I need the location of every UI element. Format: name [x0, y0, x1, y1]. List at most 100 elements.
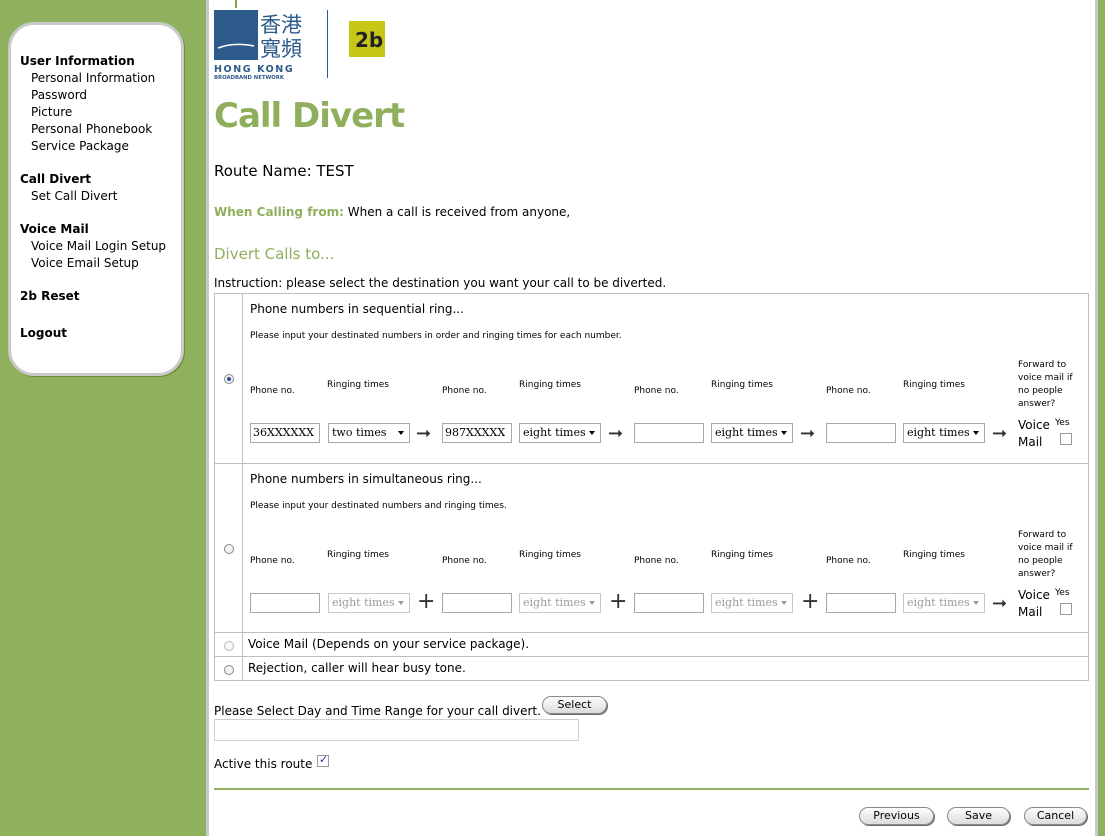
seq-phone-header-1: Phone no. [250, 386, 295, 396]
seq-ringing-value-4: eight times [907, 426, 970, 439]
main-panel: 香港 寬頻 HONG KONG BROADBAND NETWORK 2b Cal… [206, 0, 1098, 836]
sim-ringing-select-1[interactable]: eight times [328, 593, 410, 613]
active-route-label: Active this route [214, 757, 313, 771]
seq-ringing-select-3[interactable]: eight times [711, 423, 793, 443]
simultaneous-radio[interactable] [224, 544, 234, 554]
cancel-button[interactable]: Cancel [1024, 807, 1087, 825]
chevron-down-icon [781, 431, 787, 435]
2b-logo: 2b [349, 21, 385, 57]
time-range-label: Please Select Day and Time Range for you… [214, 704, 541, 718]
rejection-row: Rejection, caller will hear busy tone. [215, 656, 1088, 680]
sim-phone-input-2[interactable] [442, 593, 512, 613]
plus-icon: + [417, 589, 436, 614]
seq-ringing-select-2[interactable]: eight times [519, 423, 601, 443]
seq-ringing-select-1[interactable]: two times [328, 423, 410, 443]
chevron-down-icon [589, 431, 595, 435]
sim-yes-label: Yes [1055, 588, 1070, 598]
seq-ringing-select-4[interactable]: eight times [903, 423, 985, 443]
seq-ringing-header-1: Ringing times [327, 380, 389, 390]
sidebar-item-voice-email-setup[interactable]: Voice Email Setup [20, 255, 180, 272]
sim-phone-input-4[interactable] [826, 593, 896, 613]
2b-logo-text: 2b [355, 28, 384, 52]
arrow-right-icon: ➞ [608, 423, 624, 444]
simultaneous-ring-row: Phone numbers in simultaneous ring... Pl… [215, 463, 1088, 632]
chevron-down-icon [973, 601, 979, 605]
sidebar-group-user-information[interactable]: User Information [20, 53, 180, 70]
sim-phone-header-2: Phone no. [442, 556, 487, 566]
seq-ringing-header-4: Ringing times [903, 380, 965, 390]
route-name: Route Name: TEST [214, 162, 354, 180]
arrow-right-icon: ➞ [416, 423, 432, 444]
seq-phone-input-3[interactable] [634, 423, 704, 443]
sidebar-item-personal-information[interactable]: Personal Information [20, 70, 180, 87]
sidebar-group-call-divert[interactable]: Call Divert [20, 171, 180, 188]
divert-heading: Divert Calls to... [214, 245, 335, 263]
sidebar-item-voice-mail-login-setup[interactable]: Voice Mail Login Setup [20, 238, 180, 255]
sim-ringing-header-3: Ringing times [711, 550, 773, 560]
seq-phone-input-4[interactable] [826, 423, 896, 443]
sidebar-item-service-package[interactable]: Service Package [20, 138, 180, 155]
sim-ringing-select-4[interactable]: eight times [903, 593, 985, 613]
arrow-right-icon: ➞ [992, 423, 1008, 444]
voice-mail-radio[interactable] [224, 641, 234, 651]
instruction: Instruction: please select the destinati… [214, 276, 667, 290]
select-button[interactable]: Select [542, 696, 607, 714]
seq-voice-mail-label: Voice Mail [1018, 418, 1050, 449]
chevron-down-icon [589, 601, 595, 605]
save-button[interactable]: Save [947, 807, 1010, 825]
divert-options-table: Phone numbers in sequential ring... Plea… [214, 293, 1089, 681]
seq-ringing-value-3: eight times [715, 426, 778, 439]
plus-icon: + [609, 589, 628, 614]
sim-ringing-select-3[interactable]: eight times [711, 593, 793, 613]
sidebar: User Information Personal Information Pa… [8, 22, 184, 376]
sim-forward-checkbox[interactable] [1060, 603, 1072, 615]
sim-phone-input-3[interactable] [634, 593, 704, 613]
previous-button[interactable]: Previous [859, 807, 934, 825]
seq-ringing-value-1: two times [332, 426, 387, 439]
sidebar-item-picture[interactable]: Picture [20, 104, 180, 121]
hkbn-logo: 香港 寬頻 HONG KONG BROADBAND NETWORK [214, 10, 302, 81]
sidebar-item-2b-reset[interactable]: 2b Reset [20, 288, 180, 305]
seq-phone-input-2[interactable]: 987XXXXX [442, 423, 512, 443]
calling-from-value: When a call is received from anyone, [347, 205, 571, 219]
page-title: Call Divert [214, 96, 405, 136]
divider [214, 788, 1089, 790]
seq-phone-header-2: Phone no. [442, 386, 487, 396]
logo-line1: HONG KONG [214, 64, 294, 75]
sim-phone-input-1[interactable] [250, 593, 320, 613]
sim-ringing-value-4: eight times [907, 596, 970, 609]
sim-phone-header-3: Phone no. [634, 556, 679, 566]
seq-phone-input-1[interactable]: 36XXXXXX [250, 423, 320, 443]
sim-ringing-header-2: Ringing times [519, 550, 581, 560]
sim-voice-mail-label: Voice Mail [1018, 588, 1050, 619]
sequential-radio[interactable] [224, 374, 234, 384]
chevron-down-icon [398, 601, 404, 605]
logo-chinese: 香港 [260, 13, 302, 37]
sidebar-group-voice-mail[interactable]: Voice Mail [20, 221, 180, 238]
sim-forward-header: Forward to voice mail if no people answe… [1018, 530, 1073, 579]
seq-forward-checkbox[interactable] [1060, 433, 1072, 445]
voice-mail-row: Voice Mail (Depends on your service pack… [215, 632, 1088, 656]
sidebar-item-logout[interactable]: Logout [20, 325, 180, 342]
sim-ringing-value-2: eight times [523, 596, 586, 609]
seq-ringing-header-2: Ringing times [519, 380, 581, 390]
sequential-subtitle: Please input your destinated numbers in … [250, 331, 622, 341]
rejection-option-label: Rejection, caller will hear busy tone. [248, 661, 466, 675]
sim-ringing-header-1: Ringing times [327, 550, 389, 560]
sidebar-item-password[interactable]: Password [20, 87, 180, 104]
sim-phone-header-4: Phone no. [826, 556, 871, 566]
sequential-title: Phone numbers in sequential ring... [250, 302, 464, 316]
chevron-down-icon [398, 431, 404, 435]
rejection-radio[interactable] [224, 665, 234, 675]
arrow-right-icon: ➞ [800, 423, 816, 444]
logo-line2: BROADBAND NETWORK [214, 75, 285, 81]
chevron-down-icon [973, 431, 979, 435]
sim-ringing-value-1: eight times [332, 596, 395, 609]
sidebar-item-set-call-divert[interactable]: Set Call Divert [20, 188, 180, 205]
sidebar-item-personal-phonebook[interactable]: Personal Phonebook [20, 121, 180, 138]
active-route-checkbox[interactable] [317, 753, 329, 767]
seq-phone-header-3: Phone no. [634, 386, 679, 396]
sim-ringing-select-2[interactable]: eight times [519, 593, 601, 613]
